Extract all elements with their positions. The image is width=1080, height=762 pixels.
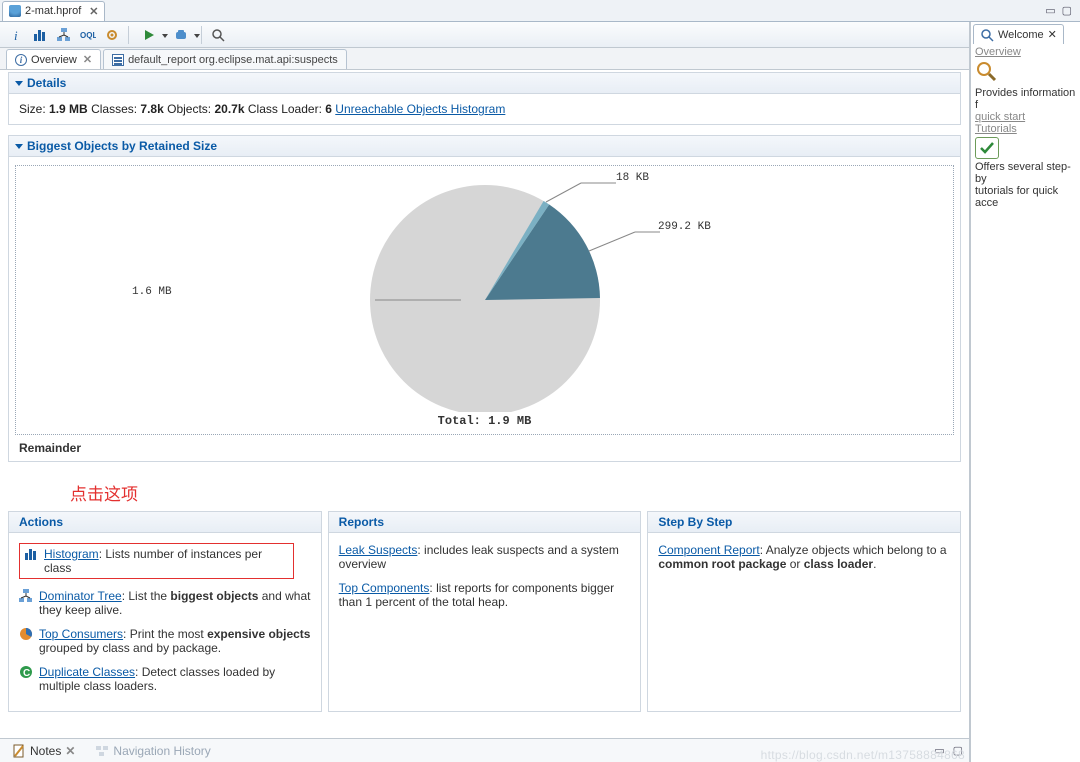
biggest-objects-section: Biggest Objects by Retained Size [8,135,961,462]
svg-text:C: C [23,668,30,679]
right-desc1: Provides information f [975,87,1080,111]
actions-heading[interactable]: Actions [9,512,321,533]
pie-label-299kb: 299.2 KB [658,221,711,233]
action-duplicates: C Duplicate Classes: Detect classes load… [19,665,311,693]
report-icon [112,54,124,66]
oql-button[interactable]: OQL [78,25,98,45]
histogram-link[interactable]: Histogram [44,547,99,561]
chevron-down-icon [15,144,23,149]
welcome-pane: Welcome ✕ Overview Provides information … [970,22,1080,762]
tab-overview[interactable]: i Overview ✕ [6,49,101,69]
unreachable-histogram-link[interactable]: Unreachable Objects Histogram [335,102,505,116]
pie-icon [19,627,33,641]
details-heading[interactable]: Details [9,73,960,94]
check-icon [975,137,999,159]
maximize-icon[interactable]: ▢ [1062,4,1072,17]
histogram-button[interactable] [30,25,50,45]
annotation-click-this: 点击这项 [8,462,961,509]
query-dropdown[interactable] [167,25,195,45]
reports-heading[interactable]: Reports [329,512,641,533]
report-leak: Leak Suspects: includes leak suspects an… [339,543,631,571]
step-component-report: Component Report: Analyze objects which … [658,543,950,571]
close-icon[interactable]: ✕ [65,744,75,758]
close-icon[interactable]: ✕ [83,53,92,66]
right-overview-label: Overview [975,46,1080,58]
pie-chart: 1.6 MB 18 KB 299.2 KB Total: 1.9 MB [15,165,954,435]
action-topconsumers: Top Consumers: Print the most expensive … [19,627,311,655]
watermark: https://blog.csdn.net/m13758884868 [761,748,965,762]
nav-history-tab[interactable]: Navigation History [89,742,216,760]
dominator-link[interactable]: Dominator Tree [39,589,122,603]
remainder-label: Remainder [15,435,954,457]
right-quickstart: quick start [975,111,1080,123]
run-dropdown[interactable] [135,25,163,45]
notes-tab[interactable]: Notes ✕ [6,742,81,760]
tree-icon [19,589,33,603]
duplicate-icon: C [19,665,33,679]
leak-suspects-link[interactable]: Leak Suspects [339,543,418,557]
overview-scroll[interactable]: Details Size: 1.9 MB Classes: 7.8k Objec… [0,70,969,738]
topconsumers-link[interactable]: Top Consumers [39,627,123,641]
report-topcomponents: Top Components: list reports for compone… [339,581,631,609]
pie-total: Total: 1.9 MB [16,414,953,428]
svg-text:i: i [14,28,18,42]
database-icon [9,5,21,17]
top-components-link[interactable]: Top Components [339,581,430,595]
info-icon: i [15,54,27,66]
notes-icon [12,744,26,758]
action-dominator: Dominator Tree: List the biggest objects… [19,589,311,617]
biggest-objects-heading[interactable]: Biggest Objects by Retained Size [9,136,960,157]
search-button[interactable] [208,25,228,45]
welcome-tab[interactable]: Welcome ✕ [973,24,1064,44]
info-button[interactable]: i [6,25,26,45]
bottom-panels: Actions Histogram: Lists number of insta… [8,511,961,712]
actions-panel: Actions Histogram: Lists number of insta… [8,511,322,712]
histogram-icon [24,547,38,561]
welcome-icon [980,28,994,42]
tab-overview-label: Overview [31,54,77,66]
component-report-link[interactable]: Component Report [658,543,759,557]
details-line: Size: 1.9 MB Classes: 7.8k Objects: 20.7… [19,102,950,116]
window-controls: ▭ ▢ [1045,4,1080,17]
main-toolbar: i OQL [0,22,969,48]
right-desc2a: Offers several step-by [975,161,1080,185]
svg-text:OQL: OQL [80,31,96,40]
stepbystep-panel: Step By Step Component Report: Analyze o… [647,511,961,712]
stepbystep-heading[interactable]: Step By Step [648,512,960,533]
right-desc2b: tutorials for quick acce [975,185,1080,209]
history-icon [95,744,109,758]
right-tutorials: Tutorials [975,123,1080,135]
editor-tab-label: 2-mat.hprof [25,5,81,17]
duplicates-link[interactable]: Duplicate Classes [39,665,135,679]
overview-tabbar: i Overview ✕ default_report org.eclipse.… [0,48,969,70]
pie-label-18kb: 18 KB [616,172,649,184]
tree-button[interactable] [54,25,74,45]
close-icon[interactable]: ✕ [1048,28,1057,41]
reports-panel: Reports Leak Suspects: includes leak sus… [328,511,642,712]
editor-tabbar: 2-mat.hprof ✕ ▭ ▢ [0,0,1080,22]
chevron-down-icon [15,81,23,86]
minimize-icon[interactable]: ▭ [1045,4,1055,17]
magnifier-icon [975,60,1080,85]
action-histogram-boxed: Histogram: Lists number of instances per… [19,543,294,579]
editor-tab-hprof[interactable]: 2-mat.hprof ✕ [2,1,105,21]
gear-button[interactable] [102,25,122,45]
close-icon[interactable]: ✕ [89,5,98,18]
pie-label-remainder: 1.6 MB [132,286,172,298]
chevron-down-icon [194,34,200,38]
tab-default-report-label: default_report org.eclipse.mat.api:suspe… [128,54,338,66]
tab-default-report[interactable]: default_report org.eclipse.mat.api:suspe… [103,49,347,69]
details-section: Details Size: 1.9 MB Classes: 7.8k Objec… [8,72,961,125]
